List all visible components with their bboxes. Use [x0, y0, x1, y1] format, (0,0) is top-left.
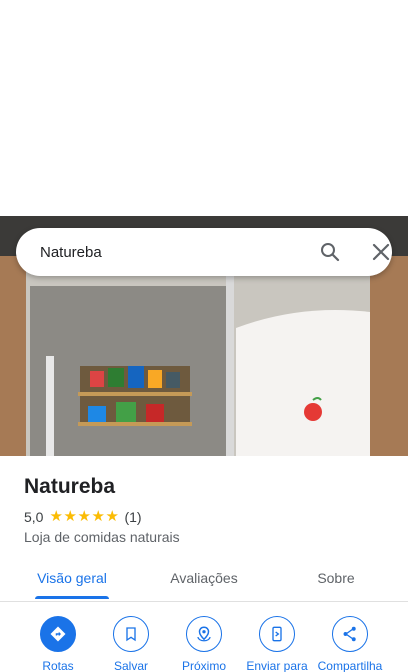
directions-icon — [40, 616, 76, 652]
share-button[interactable]: Compartilha — [314, 616, 386, 672]
save-button[interactable]: Salvar — [95, 616, 167, 672]
nearby-icon — [186, 616, 222, 652]
place-title: Natureba — [24, 475, 116, 498]
star-icon: ★ — [91, 508, 105, 525]
search-bar[interactable]: Natureba — [16, 228, 392, 276]
rating-value: 5,0 — [24, 509, 44, 525]
place-category[interactable]: Loja de comidas naturais — [24, 529, 180, 545]
nearby-label: Próximo — [181, 659, 226, 672]
send-to-phone-icon — [259, 616, 295, 652]
star-icon: ★ — [63, 508, 77, 525]
send-to-phone-label: Enviar para — [246, 659, 308, 672]
star-icon: ★ — [105, 508, 119, 525]
tab-reviews[interactable]: Avaliações — [156, 558, 252, 602]
send-to-phone-button[interactable]: Enviar para — [241, 616, 313, 672]
active-tab-indicator — [35, 596, 109, 599]
rating-row[interactable]: 5,0 ★ ★ ★ ★ ★ (1) — [24, 509, 142, 525]
map-area-blank — [0, 0, 408, 216]
bookmark-icon — [113, 616, 149, 652]
review-count[interactable]: (1) — [124, 509, 141, 525]
star-icon: ★ — [49, 508, 63, 525]
place-details-panel: Natureba 5,0 ★ ★ ★ ★ ★ (1) Loja de comid… — [0, 456, 408, 672]
nearby-button[interactable]: Próximo — [168, 616, 240, 672]
share-icon — [332, 616, 368, 652]
action-buttons: Rotas Salvar Próximo Enviar para Compart… — [0, 616, 408, 672]
share-label: Compartilha — [317, 659, 383, 672]
directions-label: Rotas — [42, 659, 74, 672]
save-label: Salvar — [113, 659, 148, 672]
directions-button[interactable]: Rotas — [22, 616, 94, 672]
rating-stars: ★ ★ ★ ★ ★ — [49, 508, 119, 525]
close-icon[interactable] — [369, 240, 393, 264]
tab-about[interactable]: Sobre — [290, 558, 382, 602]
star-icon: ★ — [77, 508, 91, 525]
search-icon[interactable] — [318, 240, 342, 264]
